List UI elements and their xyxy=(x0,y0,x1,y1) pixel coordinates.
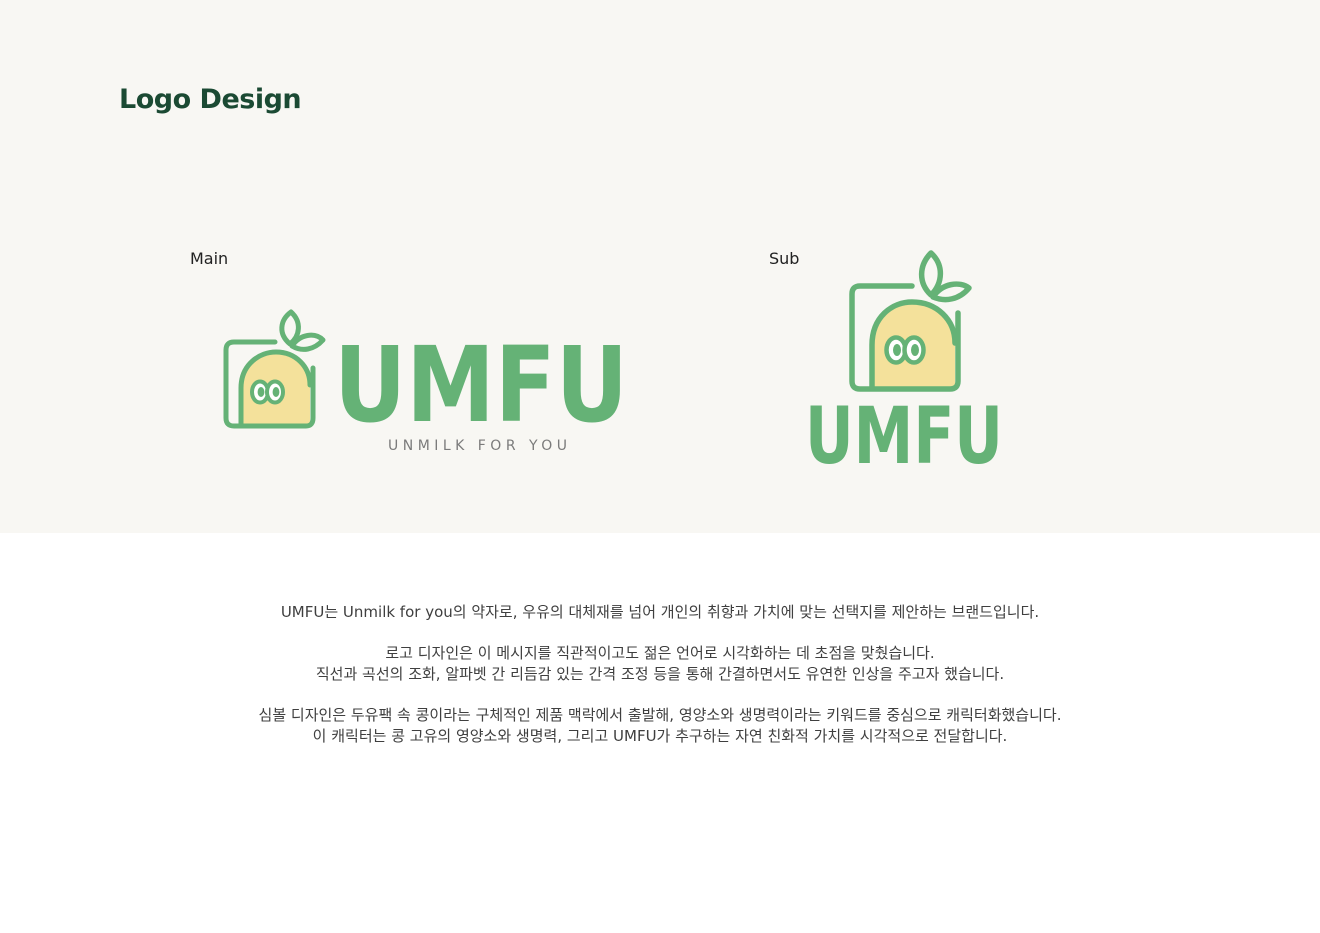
sub-logo: UMFU xyxy=(805,250,1003,470)
description-line: 이 캐릭터는 콩 고유의 영양소와 생명력, 그리고 UMFU가 추구하는 자연… xyxy=(312,727,1008,745)
description-paragraph-intro: UMFU는 Unmilk for you의 약자로, 우유의 대체재를 넘어 개… xyxy=(0,602,1320,623)
bean-character-symbol-icon xyxy=(223,309,326,429)
sub-logo-label: Sub xyxy=(769,249,800,268)
description-paragraph-symbol: 심볼 디자인은 두유팩 속 콩이라는 구체적인 제품 맥락에서 출발해, 영양소… xyxy=(0,705,1320,747)
description-line: 직선과 곡선의 조화, 알파벳 간 리듬감 있는 간격 조정 등을 통해 간결하… xyxy=(315,665,1005,683)
bean-character-symbol-icon xyxy=(849,250,972,392)
brand-description: UMFU는 Unmilk for you의 약자로, 우유의 대체재를 넘어 개… xyxy=(0,602,1320,767)
description-line: UMFU는 Unmilk for you의 약자로, 우유의 대체재를 넘어 개… xyxy=(280,603,1040,621)
main-logo-label: Main xyxy=(190,249,229,268)
page-title: Logo Design xyxy=(119,84,302,115)
main-tagline: UNMILK FOR YOU xyxy=(388,438,572,454)
description-line: 로고 디자인은 이 메시지를 직관적이고도 젊은 언어로 시각화하는 데 초점을… xyxy=(385,644,935,662)
sub-wordmark: UMFU xyxy=(805,392,1003,470)
description-line: 심볼 디자인은 두유팩 속 콩이라는 구체적인 제품 맥락에서 출발해, 영양소… xyxy=(258,706,1062,724)
main-logo: UMFU UNMILK FOR YOU xyxy=(223,309,628,454)
description-paragraph-logo: 로고 디자인은 이 메시지를 직관적이고도 젊은 언어로 시각화하는 데 초점을… xyxy=(0,643,1320,685)
main-wordmark: UMFU xyxy=(334,324,628,446)
